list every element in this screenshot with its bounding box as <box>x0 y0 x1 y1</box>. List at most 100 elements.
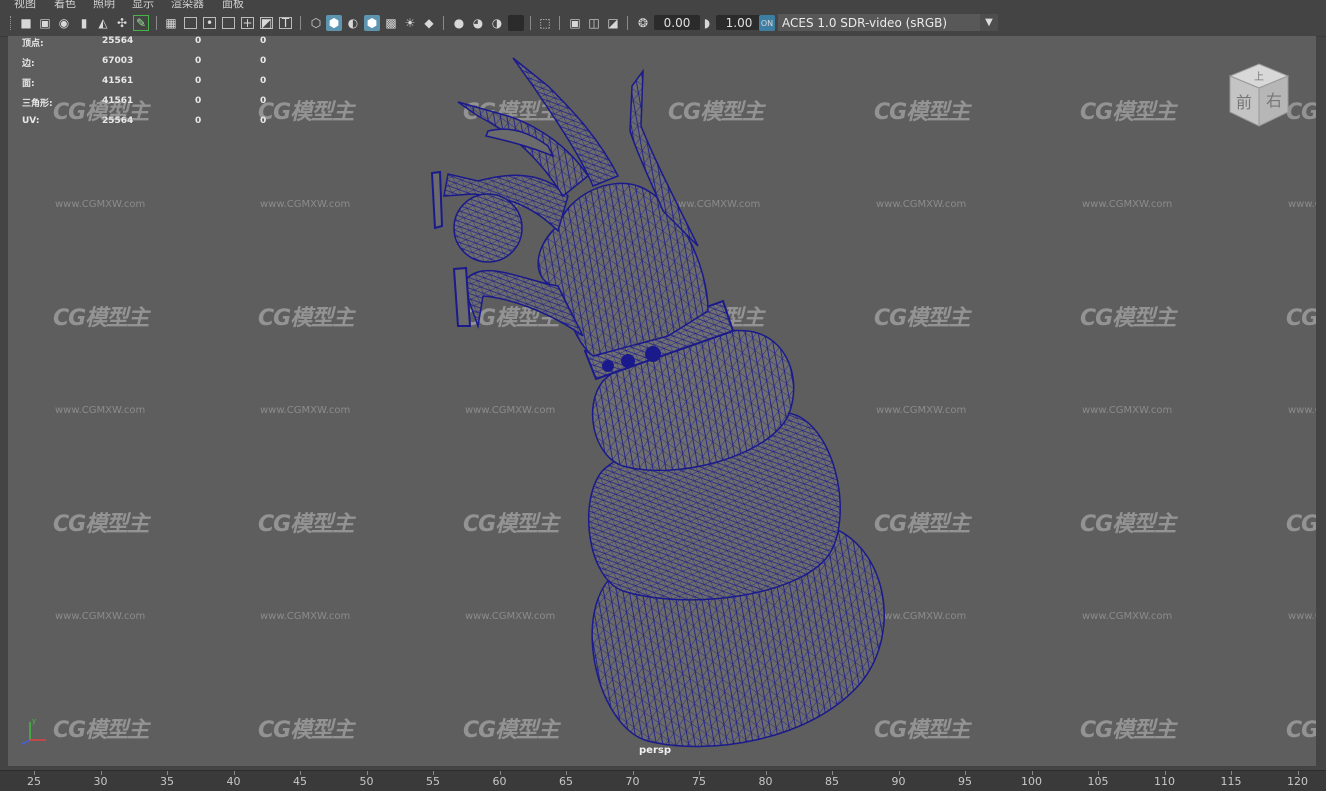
hud-triangles: 0 <box>260 76 267 86</box>
hud-count: 25564 <box>102 36 134 46</box>
cuff-rivet <box>602 360 614 372</box>
toolbar-divider <box>443 16 444 30</box>
textured-icon[interactable]: ▩ <box>383 15 399 31</box>
hud-label: 边: <box>22 59 35 69</box>
color-management-select[interactable]: ACES 1.0 SDR-video (sRGB) ▼ <box>778 14 998 31</box>
menu-renderer[interactable]: 渲染器 <box>171 0 204 10</box>
gamma-field[interactable]: 1.00 <box>716 15 762 30</box>
menu-shading[interactable]: 着色 <box>54 0 76 10</box>
default-material-icon[interactable]: ◐ <box>345 15 361 31</box>
view-cube-right-label: 右 <box>1266 91 1282 110</box>
cuff-rivet <box>645 346 661 362</box>
hud-row-edges: 边: 67003 0 0 <box>22 56 322 76</box>
grease-pencil-icon[interactable]: ✎ <box>133 15 149 31</box>
menu-panels[interactable]: 面板 <box>222 0 244 10</box>
ruler-tick-label: 30 <box>93 775 108 788</box>
2d-pan-zoom-icon[interactable]: ✣ <box>114 15 130 31</box>
hud-label: UV: <box>22 116 40 126</box>
hud-label: 顶点: <box>22 39 44 49</box>
grid-icon[interactable]: ▦ <box>163 15 179 31</box>
model-wireframe[interactable] <box>8 36 1316 766</box>
camera-icon[interactable]: ■ <box>18 15 34 31</box>
ruler-tick-label: 120 <box>1287 775 1308 788</box>
hud-row-vertices: 顶点: 25564 0 0 <box>22 36 322 56</box>
ruler-tick-label: 40 <box>226 775 241 788</box>
ruler-tick-label: 110 <box>1154 775 1175 788</box>
camera-name-label: persp <box>639 745 671 756</box>
resolution-gate-icon[interactable]: • <box>203 16 216 30</box>
gamma-icon[interactable]: ◗ <box>699 15 715 31</box>
thumb-nail <box>452 266 472 327</box>
hud-triangles: 0 <box>260 96 267 106</box>
camera-attributes-icon[interactable]: ◉ <box>56 15 72 31</box>
xray-icon[interactable]: ▣ <box>567 15 583 31</box>
anti-aliasing-icon[interactable]: ◑ <box>489 15 505 31</box>
exposure-icon[interactable]: ❂ <box>635 15 651 31</box>
xray-joints-icon[interactable]: ◫ <box>586 15 602 31</box>
menu-lighting[interactable]: 照明 <box>93 0 115 10</box>
chevron-down-icon[interactable]: ▼ <box>980 14 998 31</box>
film-gate-icon[interactable] <box>184 17 197 29</box>
gourd-body <box>583 299 885 748</box>
color-management-icon[interactable]: ON <box>759 15 775 31</box>
field-chart-icon[interactable]: + <box>241 16 254 30</box>
ruler-tick-label: 85 <box>825 775 839 788</box>
hud-selected: 0 <box>195 76 202 86</box>
toolbar-divider <box>530 16 531 30</box>
camera-lock-icon[interactable]: ▣ <box>37 15 53 31</box>
toolbar-divider <box>627 16 628 30</box>
toolbar-grip[interactable] <box>10 16 13 30</box>
hud-triangles: 0 <box>260 56 267 66</box>
hud-count: 41561 <box>102 96 134 106</box>
hud-selected: 0 <box>195 116 202 126</box>
wireframe-icon[interactable]: ⬡ <box>308 15 324 31</box>
toolbar-divider <box>559 16 560 30</box>
hud-selected: 0 <box>195 36 202 46</box>
hud-count: 25564 <box>102 116 134 126</box>
safe-title-icon[interactable]: T <box>279 16 292 30</box>
ruler-tick-label: 75 <box>692 775 706 788</box>
shadows-icon[interactable]: ◆ <box>421 15 437 31</box>
wireframe-on-shaded-icon[interactable]: ⬢ <box>364 15 380 31</box>
hud-label: 三角形: <box>22 99 53 109</box>
xray-components-icon[interactable]: ◪ <box>605 15 621 31</box>
ruler-tick-label: 55 <box>426 775 440 788</box>
smooth-shade-icon[interactable]: ⬢ <box>326 15 342 31</box>
hud-triangles: 0 <box>260 116 267 126</box>
menu-view[interactable]: 视图 <box>14 0 36 10</box>
toolbar-divider <box>300 16 301 30</box>
menu-show[interactable]: 显示 <box>132 0 154 10</box>
hud-count: 67003 <box>102 56 134 66</box>
ruler-tick-label: 80 <box>758 775 773 788</box>
view-cube[interactable]: 上 前 右 <box>1224 60 1294 130</box>
hud-selected: 0 <box>195 56 202 66</box>
exposure-field[interactable]: 0.00 <box>654 15 700 30</box>
motion-blur-icon[interactable]: ◕ <box>470 15 486 31</box>
gate-mask-icon[interactable] <box>222 17 235 29</box>
view-cube-top-label: 上 <box>1254 71 1264 83</box>
menu-bar: 视图 着色 照明 显示 渲染器 面板 <box>0 0 1326 10</box>
ruler-tick-label: 105 <box>1087 775 1109 788</box>
axis-gizmo: y <box>21 717 46 745</box>
bookmark-icon[interactable]: ▮ <box>76 15 92 31</box>
safe-action-icon[interactable]: ◩ <box>260 16 273 30</box>
ruler-tick-label: 50 <box>359 775 374 788</box>
hud-count: 41561 <box>102 76 134 86</box>
image-plane-icon[interactable]: ◭ <box>95 15 111 31</box>
isolate-select-icon[interactable]: ⬚ <box>537 15 553 31</box>
ruler-tick-label: 95 <box>958 775 972 788</box>
lights-icon[interactable]: ☀ <box>402 15 418 31</box>
ruler-tick-label: 65 <box>559 775 573 788</box>
cuff-rivet <box>621 354 635 368</box>
viewport-persp[interactable]: CG模型主 www.CGMXW.com CG模型主 www.CGMXW.com CG模型… <box>8 36 1316 766</box>
ruler-tick-label: 45 <box>293 775 307 788</box>
color-management-value: ACES 1.0 SDR-video (sRGB) <box>782 15 948 30</box>
time-slider[interactable]: 25 30 35 40 45 50 55 60 65 70 75 80 85 90 95 100 105 110 1… <box>0 770 1326 791</box>
hud-row-faces: 面: 41561 0 0 <box>22 76 322 96</box>
hud-selected: 0 <box>195 96 202 106</box>
depth-of-field-icon[interactable] <box>508 15 524 31</box>
ruler-tick-label: 25 <box>27 775 41 788</box>
hud-triangles: 0 <box>260 36 267 46</box>
toolbar-divider <box>156 16 157 30</box>
screen-space-ao-icon[interactable]: ● <box>451 15 467 31</box>
